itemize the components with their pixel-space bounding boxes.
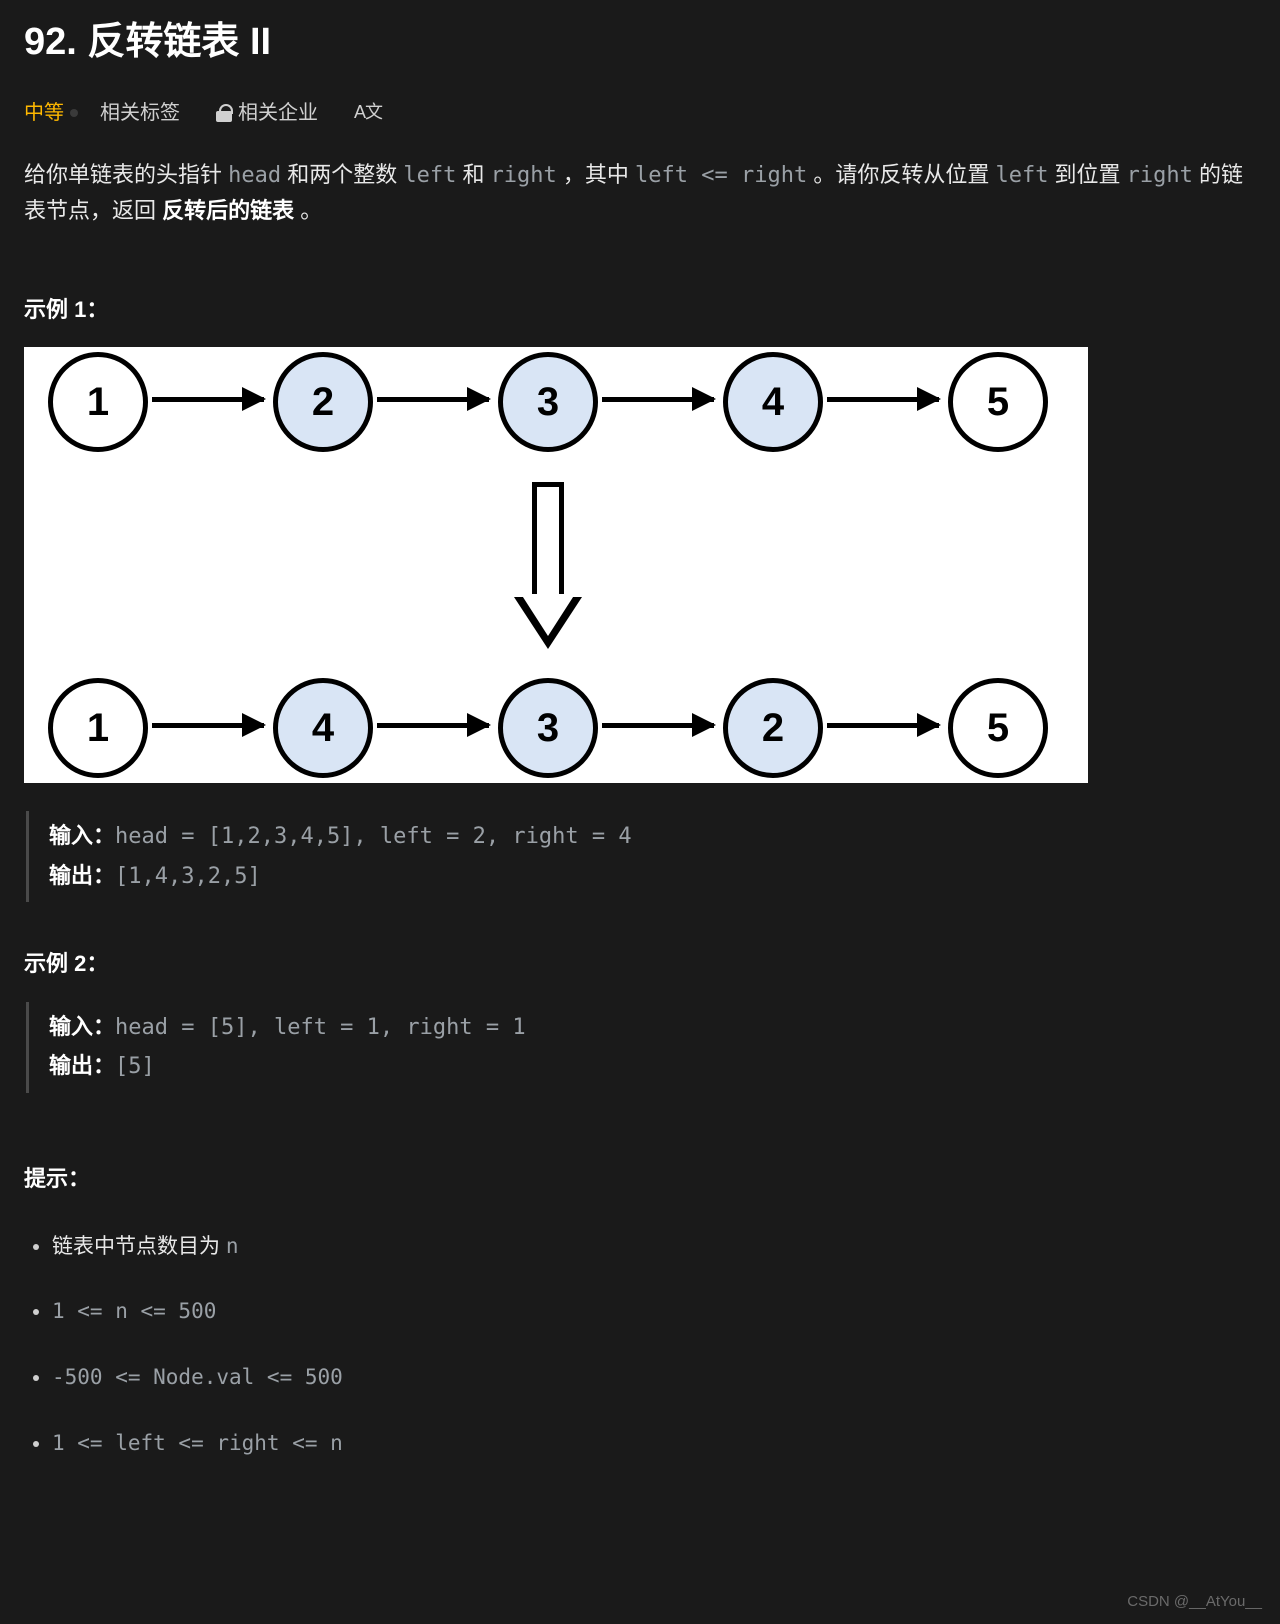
arrow-icon <box>602 723 714 728</box>
example2-output-line: 输出：[5] <box>49 1047 1256 1087</box>
example2-input-line: 输入：head = [5], left = 1, right = 1 <box>49 1008 1256 1048</box>
desc-text: 。请你反转从位置 <box>807 162 995 187</box>
input-value: head = [5], left = 1, right = 1 <box>115 1015 526 1040</box>
arrow-icon <box>827 397 939 402</box>
list-item: 1 <= left <= right <= n <box>52 1417 1256 1483</box>
list-node: 2 <box>723 678 823 778</box>
output-value: [5] <box>115 1054 155 1079</box>
desc-text: 给你单链表的头指针 <box>24 162 228 187</box>
page-title: 92. 反转链表 II <box>24 0 1256 97</box>
desc-text: ，其中 <box>557 162 635 187</box>
desc-text: 和两个整数 <box>281 162 403 187</box>
tab-companies[interactable]: 相关企业 <box>216 97 318 129</box>
watermark: CSDN @__AtYou__ <box>1127 1590 1262 1614</box>
desc-text: 到位置 <box>1048 162 1126 187</box>
example1-heading: 示例 1： <box>24 276 1256 347</box>
diagram-row-before: 1 2 3 4 5 <box>24 347 1088 457</box>
hint-code: 1 <= n <= 500 <box>52 1299 216 1323</box>
example1-input-line: 输入：head = [1,2,3,4,5], left = 2, right =… <box>49 817 1256 857</box>
desc-text: 。 <box>294 198 322 223</box>
list-node: 5 <box>948 678 1048 778</box>
output-label: 输出： <box>49 1053 115 1078</box>
tab-font-size[interactable]: A文 <box>354 98 382 127</box>
code-cmp: left <= right <box>635 163 807 188</box>
list-node: 3 <box>498 352 598 452</box>
hint-text: 链表中节点数目为 <box>52 1235 226 1258</box>
list-item: 链表中节点数目为 n <box>52 1220 1256 1286</box>
code-left: left <box>403 163 456 188</box>
list-node: 5 <box>948 352 1048 452</box>
desc-text: 和 <box>456 162 490 187</box>
desc-bold: 反转后的链表 <box>162 198 294 223</box>
arrow-icon <box>152 723 264 728</box>
down-arrow-icon <box>516 482 580 652</box>
arrow-icon <box>827 723 939 728</box>
list-node: 1 <box>48 352 148 452</box>
example1-diagram: 1 2 3 4 5 1 4 3 2 5 <box>24 347 1088 783</box>
arrow-icon <box>377 723 489 728</box>
arrow-icon <box>602 397 714 402</box>
output-label: 输出： <box>49 863 115 888</box>
list-node: 4 <box>723 352 823 452</box>
hints-list: 链表中节点数目为 n 1 <= n <= 500 -500 <= Node.va… <box>24 1220 1256 1482</box>
input-value: head = [1,2,3,4,5], left = 2, right = 4 <box>115 824 632 849</box>
code-right2: right <box>1127 163 1193 188</box>
list-item: 1 <= n <= 500 <box>52 1285 1256 1351</box>
code-head: head <box>228 163 281 188</box>
hint-code: 1 <= left <= right <= n <box>52 1431 343 1455</box>
example2-heading: 示例 2： <box>24 930 1256 1001</box>
hints-heading: 提示： <box>24 1121 1256 1220</box>
hint-code: n <box>226 1234 239 1258</box>
arrow-icon <box>377 397 489 402</box>
list-node: 3 <box>498 678 598 778</box>
output-value: [1,4,3,2,5] <box>115 864 261 889</box>
example2-io: 输入：head = [5], left = 1, right = 1 输出：[5… <box>26 1002 1256 1093</box>
code-right: right <box>491 163 557 188</box>
list-item: -500 <= Node.val <= 500 <box>52 1351 1256 1417</box>
hint-code: -500 <= Node.val <= 500 <box>52 1365 343 1389</box>
arrow-icon <box>152 397 264 402</box>
problem-description: 给你单链表的头指针 head 和两个整数 left 和 right ，其中 le… <box>24 157 1256 276</box>
tab-difficulty[interactable]: 中等 <box>24 97 64 129</box>
input-label: 输入： <box>49 823 115 848</box>
example1-output-line: 输出：[1,4,3,2,5] <box>49 857 1256 897</box>
tab-tags[interactable]: 相关标签 <box>100 97 180 129</box>
code-left2: left <box>995 163 1048 188</box>
lock-icon <box>216 104 232 122</box>
diagram-row-after: 1 4 3 2 5 <box>24 673 1088 783</box>
input-label: 输入： <box>49 1014 115 1039</box>
example1-io: 输入：head = [1,2,3,4,5], left = 2, right =… <box>26 811 1256 902</box>
list-node: 4 <box>273 678 373 778</box>
list-node: 1 <box>48 678 148 778</box>
tab-companies-label: 相关企业 <box>238 97 318 129</box>
list-node: 2 <box>273 352 373 452</box>
tab-bar: 中等 相关标签 相关企业 A文 <box>24 97 1256 157</box>
